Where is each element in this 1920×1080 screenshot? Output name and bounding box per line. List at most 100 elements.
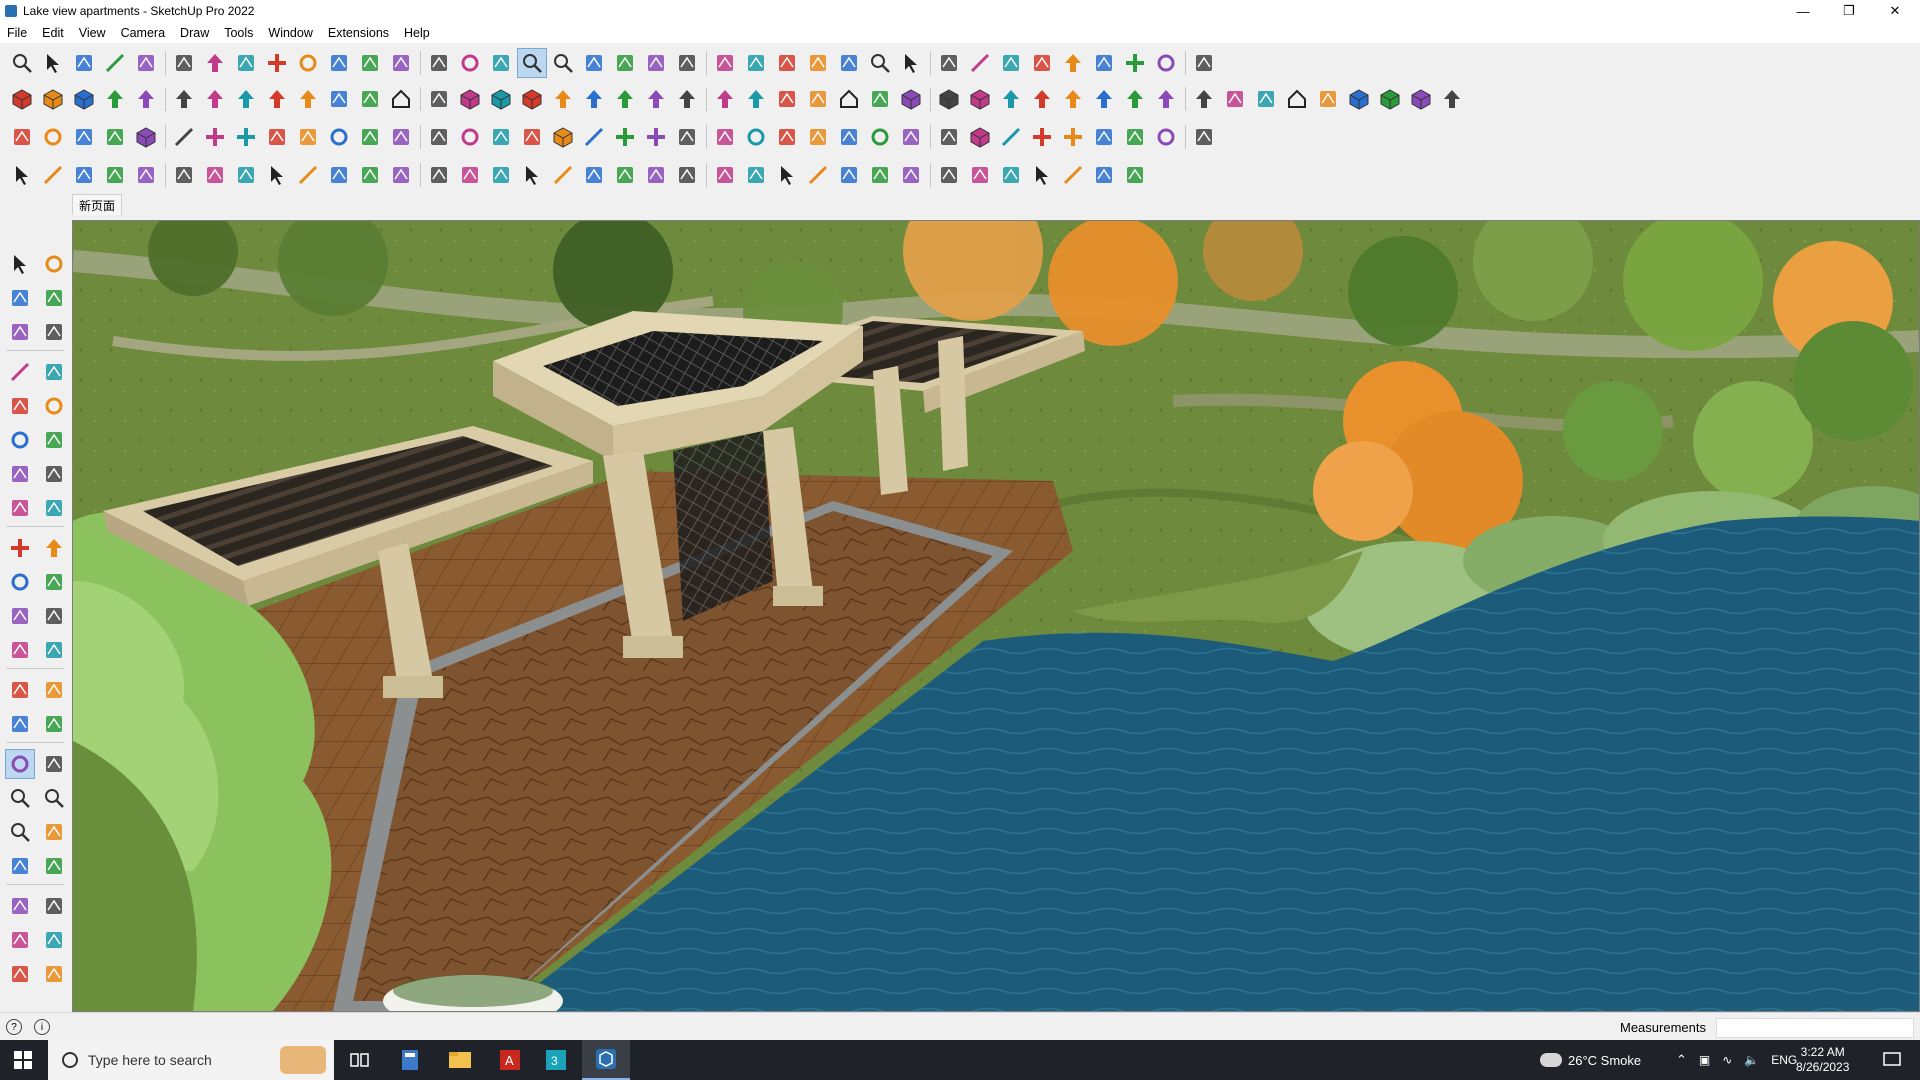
arrow-pink-icon[interactable] [294,85,322,113]
pie-icon[interactable] [40,460,68,488]
frame-icon[interactable] [101,123,129,151]
orbit-icon[interactable] [40,250,68,278]
move-icon[interactable] [263,49,291,77]
plus-icon[interactable] [201,123,229,151]
arrow-red-icon[interactable] [642,85,670,113]
spiral-icon[interactable] [1121,123,1149,151]
two-point-arc-icon[interactable] [6,494,34,522]
rotate-orange-icon[interactable] [456,123,484,151]
circle-dot-icon[interactable] [742,123,770,151]
circle-dot-icon[interactable] [325,123,353,151]
hatch-icon[interactable] [742,161,770,189]
cross-icon[interactable] [232,123,260,151]
orbit-view-icon[interactable] [5,749,35,779]
cone-icon[interactable] [673,123,701,151]
paint-icon[interactable] [425,49,453,77]
rotate-orange-icon[interactable] [866,123,894,151]
cube-orange-icon[interactable] [966,123,994,151]
styles-icon[interactable] [673,49,701,77]
select-3d-icon[interactable] [263,161,291,189]
plus-icon[interactable] [611,123,639,151]
rotate-icon[interactable] [294,49,322,77]
freehand-icon[interactable] [40,358,68,386]
curve-icon[interactable] [325,85,353,113]
styles-tool-icon[interactable] [40,960,68,988]
house-icon[interactable] [835,85,863,113]
push-pull-red-icon[interactable] [997,85,1025,113]
task-view-icon[interactable] [336,1040,384,1080]
arrow-down-icon[interactable] [1028,85,1056,113]
arrow-pink-icon[interactable] [742,85,770,113]
redo-icon[interactable] [835,49,863,77]
wifi-icon[interactable]: ∿ [1722,1053,1732,1067]
mesh-icon[interactable] [456,161,484,189]
loft-icon[interactable] [1121,161,1149,189]
section-display-icon[interactable] [6,926,34,954]
stair-icon[interactable] [170,161,198,189]
cube-icon[interactable] [8,85,36,113]
push-pull-red-icon[interactable] [549,85,577,113]
volume-muted-icon[interactable]: 🔈 [1744,1053,1759,1067]
line-icon[interactable] [997,123,1025,151]
arrow-down-blue-icon[interactable] [170,85,198,113]
plane-icon[interactable] [835,123,863,151]
circle-dot-icon[interactable] [1152,123,1180,151]
grid-icon[interactable] [804,123,832,151]
curve-icon[interactable] [1221,85,1249,113]
cube-icon[interactable] [897,85,925,113]
previous-view-icon[interactable] [40,818,68,846]
arrow-down-blue-icon[interactable] [1059,85,1087,113]
menu-draw[interactable]: Draw [173,26,217,40]
menu-window[interactable]: Window [261,26,320,40]
arrow-pink-icon[interactable] [1190,85,1218,113]
tree-icon[interactable] [356,123,384,151]
hatch-icon[interactable] [997,161,1025,189]
menu-tools[interactable]: Tools [217,26,261,40]
paint-bucket-icon[interactable] [1028,49,1056,77]
rotate-orange-icon[interactable] [39,123,67,151]
eraser-icon[interactable] [70,49,98,77]
text-icon[interactable] [387,49,415,77]
cube-gray-icon[interactable] [39,85,67,113]
rectangle-icon[interactable] [6,392,34,420]
arrow-red-icon[interactable] [1090,85,1118,113]
paint-bucket-icon[interactable] [6,284,34,312]
lasso-icon[interactable] [132,49,160,77]
cube-icon[interactable] [1345,85,1373,113]
scene-render[interactable] [73,221,1919,1011]
stair-icon[interactable] [935,161,963,189]
layers-tool-icon[interactable] [6,960,34,988]
weather-widget[interactable]: 26°C Smoke [1540,1040,1641,1080]
arrow-orange-icon[interactable] [1152,85,1180,113]
taskbar-search-box[interactable]: Type here to search [48,1040,334,1080]
undo-icon[interactable] [804,49,832,77]
close-icon[interactable]: ✕ [1872,0,1918,22]
hatch-icon[interactable] [487,161,515,189]
line-icon[interactable] [580,123,608,151]
menu-camera[interactable]: Camera [114,26,173,40]
cube-orange-icon[interactable] [132,123,160,151]
cross-icon[interactable] [1059,123,1087,151]
sweep-icon[interactable] [835,161,863,189]
frame-icon[interactable] [518,123,546,151]
house-icon[interactable] [1283,85,1311,113]
spline-icon[interactable] [1059,161,1087,189]
follow-me-icon[interactable] [1090,49,1118,77]
zoom-extents-icon[interactable] [6,818,34,846]
zoom-extents-icon[interactable] [549,49,577,77]
loft-icon[interactable] [101,161,129,189]
scene-tab[interactable]: 新页面 [72,194,123,215]
move-icon[interactable] [1121,49,1149,77]
pencil-icon[interactable] [101,49,129,77]
cube-gray-icon[interactable] [935,85,963,113]
spline-icon[interactable] [39,161,67,189]
wall-icon[interactable] [897,161,925,189]
section-cuts-icon[interactable] [40,926,68,954]
plane-icon[interactable] [425,123,453,151]
menu-extensions[interactable]: Extensions [321,26,397,40]
section-blue-icon[interactable] [1252,85,1280,113]
section-plane-icon[interactable] [40,892,68,920]
model-viewport[interactable] [72,220,1920,1012]
arrow-orange-icon[interactable] [711,85,739,113]
restore-icon[interactable]: ❐ [1826,0,1872,22]
